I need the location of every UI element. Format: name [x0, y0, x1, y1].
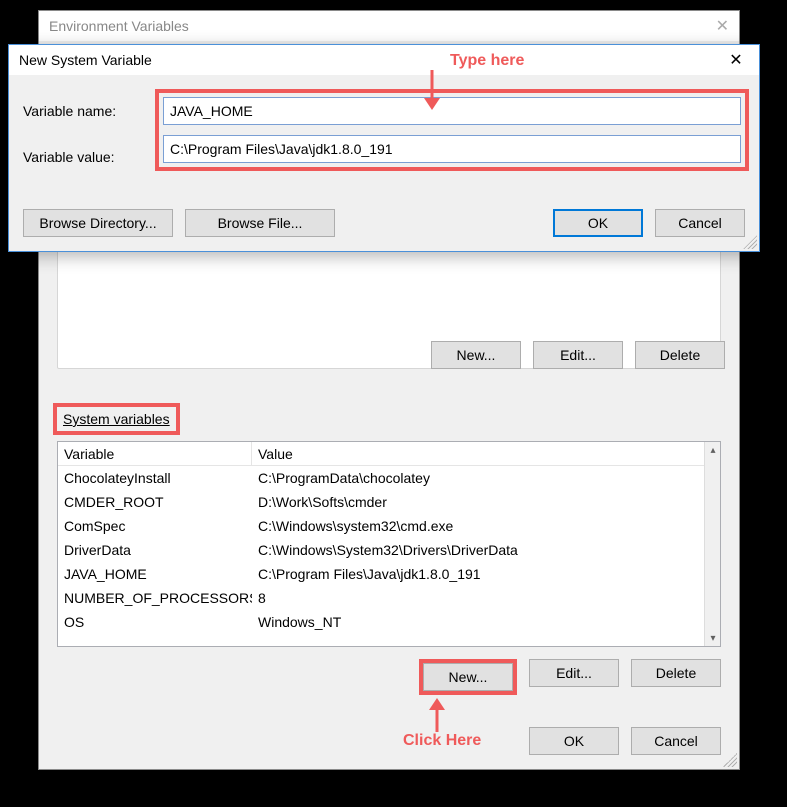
dialog-confirm-buttons: OK Cancel: [553, 209, 745, 237]
user-new-button[interactable]: New...: [431, 341, 521, 369]
system-variables-label: System variables: [63, 411, 170, 427]
dialog-title: New System Variable: [19, 52, 152, 68]
sys-new-button[interactable]: New...: [423, 663, 513, 691]
env-ok-button[interactable]: OK: [529, 727, 619, 755]
resize-grip-icon[interactable]: [723, 753, 737, 767]
user-vars-button-row: New... Edit... Delete: [431, 341, 725, 369]
new-button-highlight: New...: [419, 659, 517, 695]
env-window-title: Environment Variables: [49, 18, 189, 34]
variable-name-input[interactable]: [163, 97, 741, 125]
variable-value-input[interactable]: [163, 135, 741, 163]
sys-header-variable[interactable]: Variable: [58, 442, 252, 465]
table-row[interactable]: CMDER_ROOTD:\Work\Softs\cmder: [58, 490, 704, 514]
dialog-titlebar: New System Variable ✕: [9, 45, 759, 75]
close-icon[interactable]: ✕: [713, 45, 759, 75]
env-bottom-buttons: OK Cancel: [529, 727, 721, 755]
env-titlebar: Environment Variables ✕: [39, 11, 739, 41]
env-cancel-button[interactable]: Cancel: [631, 727, 721, 755]
input-fields-highlight: [155, 89, 749, 171]
system-vars-button-row: New... Edit... Delete: [419, 659, 721, 695]
table-row[interactable]: ChocolateyInstallC:\ProgramData\chocolat…: [58, 466, 704, 490]
variable-value-label: Variable value:: [23, 149, 115, 165]
browse-directory-button[interactable]: Browse Directory...: [23, 209, 173, 237]
scroll-up-icon[interactable]: ▴: [705, 442, 721, 458]
table-row[interactable]: ComSpecC:\Windows\system32\cmd.exe: [58, 514, 704, 538]
variable-name-label: Variable name:: [23, 103, 116, 119]
close-icon[interactable]: ✕: [716, 16, 729, 36]
user-delete-button[interactable]: Delete: [635, 341, 725, 369]
user-edit-button[interactable]: Edit...: [533, 341, 623, 369]
dialog-ok-button[interactable]: OK: [553, 209, 643, 237]
table-row[interactable]: OSWindows_NT: [58, 610, 704, 634]
dialog-cancel-button[interactable]: Cancel: [655, 209, 745, 237]
scroll-down-icon[interactable]: ▾: [705, 630, 721, 646]
system-variables-label-highlight: System variables: [53, 403, 180, 435]
browse-file-button[interactable]: Browse File...: [185, 209, 335, 237]
sys-header-value[interactable]: Value: [252, 442, 720, 465]
sys-edit-button[interactable]: Edit...: [529, 659, 619, 687]
table-row[interactable]: JAVA_HOMEC:\Program Files\Java\jdk1.8.0_…: [58, 562, 704, 586]
resize-grip-icon[interactable]: [743, 235, 757, 249]
sys-delete-button[interactable]: Delete: [631, 659, 721, 687]
system-variables-header: Variable Value: [58, 442, 720, 466]
scrollbar[interactable]: ▴ ▾: [704, 442, 720, 646]
new-system-variable-dialog: New System Variable ✕ Variable name: Var…: [8, 44, 760, 252]
system-variables-rows[interactable]: ChocolateyInstallC:\ProgramData\chocolat…: [58, 466, 704, 646]
system-variables-panel: Variable Value ChocolateyInstallC:\Progr…: [57, 441, 721, 647]
dialog-browse-buttons: Browse Directory... Browse File...: [23, 209, 335, 237]
table-row[interactable]: NUMBER_OF_PROCESSORS8: [58, 586, 704, 610]
table-row[interactable]: DriverDataC:\Windows\System32\Drivers\Dr…: [58, 538, 704, 562]
dialog-body: Variable name: Variable value: Browse Di…: [9, 75, 759, 251]
